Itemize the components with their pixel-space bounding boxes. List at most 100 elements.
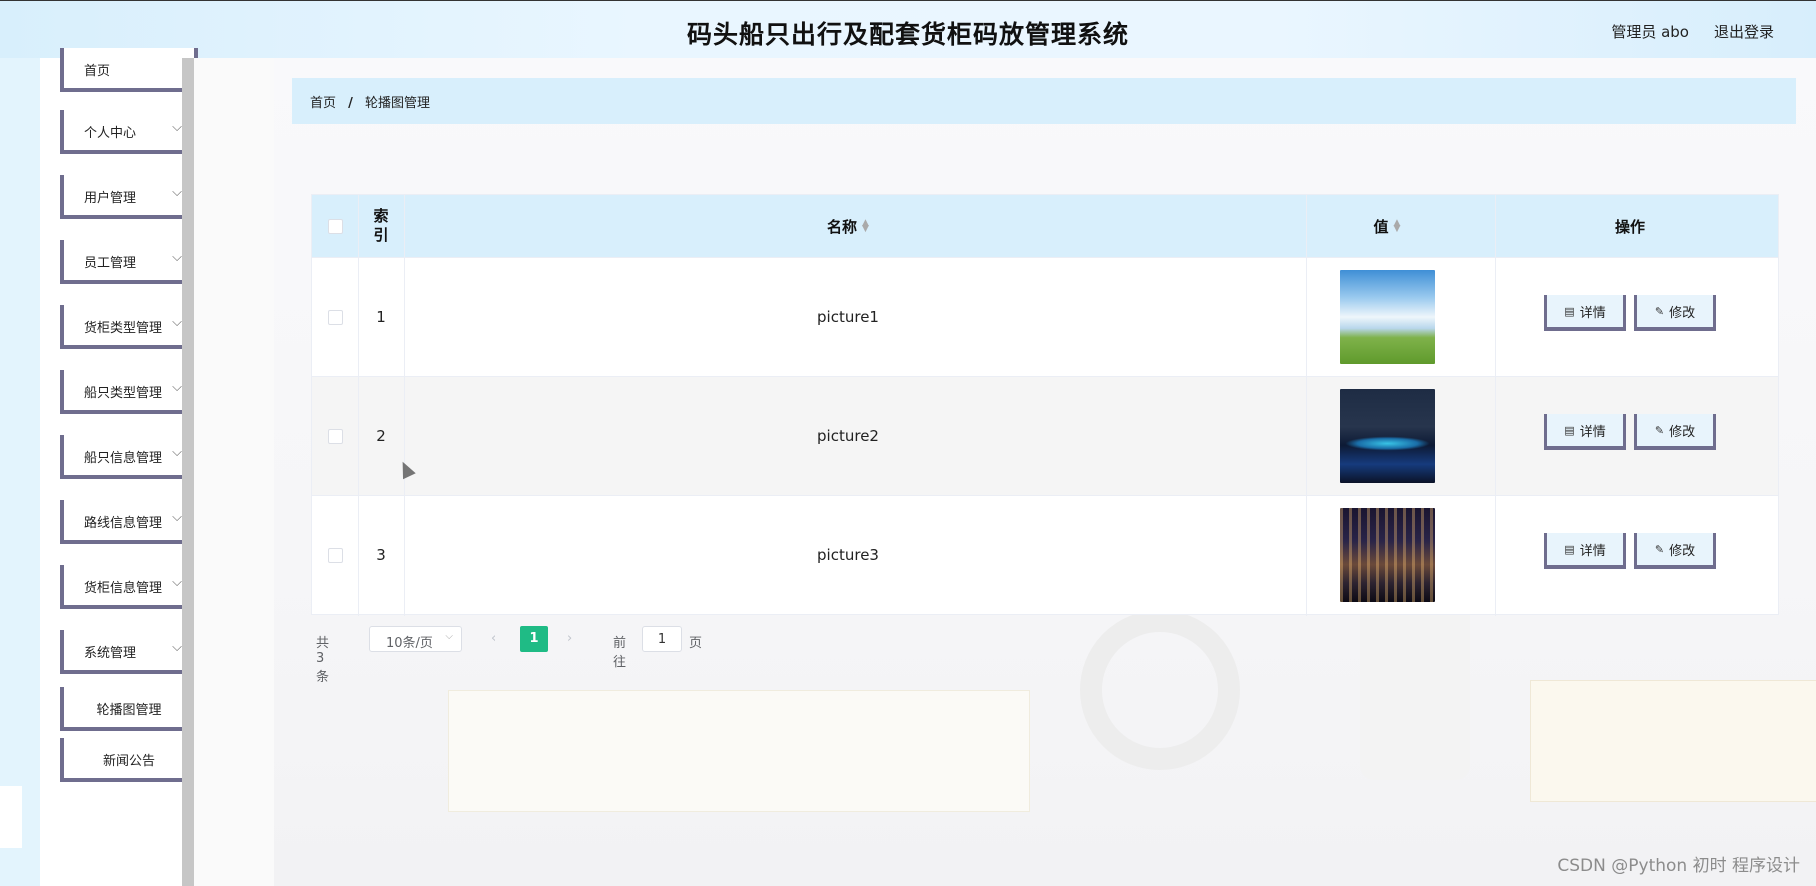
column-header-index: 索 引	[373, 207, 389, 244]
sidebar: 首页 个人中心 ⌵ 用户管理 ⌵ 员工管理 ⌵ 货柜类型管理 ⌵ 船只类型管理 …	[40, 48, 198, 886]
table-row: 1 picture1 ▤ 详情 ✎ 修改	[312, 257, 1778, 376]
table-header: 索 引 名称 ▲ ▼ 值 ▲ ▼ 操作	[312, 195, 1778, 257]
background-decoration	[448, 690, 1030, 812]
breadcrumb-separator: /	[348, 96, 353, 111]
detail-button[interactable]: ▤ 详情	[1544, 295, 1626, 331]
column-header-name-label: 名称	[827, 217, 858, 236]
sidebar-item-system-management[interactable]: 系统管理 ⌵	[60, 630, 198, 674]
header-select-all	[312, 195, 358, 257]
row-checkbox[interactable]	[327, 547, 343, 563]
column-divider	[358, 195, 359, 616]
edit-button[interactable]: ✎ 修改	[1634, 295, 1716, 331]
sidebar-item-container-info-management[interactable]: 货柜信息管理 ⌵	[60, 565, 198, 609]
carousel-image-thumbnail[interactable]	[1339, 508, 1435, 602]
sidebar-item-label: 货柜信息管理	[84, 581, 163, 596]
edit-button-label: 修改	[1669, 543, 1696, 559]
breadcrumb: 首页 / 轮播图管理	[292, 78, 1796, 124]
page-number-button[interactable]: 1	[520, 626, 548, 652]
sort-icon[interactable]: ▲ ▼	[1394, 219, 1401, 234]
sidebar-item-label: 轮播图管理	[96, 703, 162, 718]
sidebar-item-route-info-management[interactable]: 路线信息管理 ⌵	[60, 500, 198, 544]
edit-button-label: 修改	[1669, 424, 1696, 440]
chevron-down-icon: ⌵	[172, 120, 182, 135]
carousel-image-thumbnail[interactable]	[1339, 270, 1435, 364]
row-select-cell	[312, 496, 358, 614]
edit-button[interactable]: ✎ 修改	[1634, 533, 1716, 569]
row-index: 3	[376, 546, 386, 564]
sidebar-item-label: 新闻公告	[102, 754, 155, 769]
page-size-select[interactable]: 10条/页 ⌵	[369, 626, 462, 652]
detail-button[interactable]: ▤ 详情	[1544, 414, 1626, 450]
sidebar-item-container-type-management[interactable]: 货柜类型管理 ⌵	[60, 305, 198, 349]
select-all-checkbox[interactable]	[327, 218, 343, 234]
carousel-table: 索 引 名称 ▲ ▼ 值 ▲ ▼ 操作 1 picture1 ▤ 详情 ✎ 修改 2 p…	[311, 194, 1779, 616]
column-header-value[interactable]: 值 ▲ ▼	[1292, 195, 1482, 257]
document-icon: ▤	[1564, 423, 1575, 437]
sidebar-item-home[interactable]: 首页	[60, 48, 198, 92]
sidebar-item-personal-center[interactable]: 个人中心 ⌵	[60, 110, 198, 154]
chevron-down-icon: ⌵	[172, 445, 182, 460]
sidebar-item-label: 船只信息管理	[84, 451, 163, 466]
prev-page-icon[interactable]: ‹	[491, 631, 496, 646]
chevron-down-icon: ⌵	[172, 250, 182, 265]
sidebar-strip	[0, 58, 40, 886]
sidebar-item-label: 货柜类型管理	[84, 321, 163, 336]
pencil-icon: ✎	[1654, 423, 1665, 437]
goto-page-input[interactable]	[642, 626, 682, 652]
column-header-name[interactable]: 名称 ▲ ▼	[404, 195, 1292, 257]
row-index: 2	[376, 427, 386, 445]
admin-user-label: 管理员 abo	[1611, 23, 1689, 41]
chevron-down-icon: ⌵	[172, 185, 182, 200]
sidebar-item-label: 首页	[84, 64, 111, 79]
chevron-down-icon: ⌵	[172, 315, 182, 330]
sidebar-item-label: 用户管理	[84, 191, 137, 206]
chevron-down-icon: ⌵	[172, 380, 182, 395]
row-name: picture3	[817, 546, 879, 564]
row-actions: ▤ 详情 ✎ 修改	[1482, 373, 1778, 491]
detail-button-label: 详情	[1579, 424, 1606, 440]
breadcrumb-current: 轮播图管理	[365, 96, 431, 111]
detail-button-label: 详情	[1579, 543, 1606, 559]
sidebar-item-label: 个人中心	[84, 126, 137, 141]
row-value-cell	[1292, 496, 1482, 614]
column-divider	[1306, 195, 1307, 616]
sidebar-item-label: 路线信息管理	[84, 516, 163, 531]
row-checkbox[interactable]	[327, 309, 343, 325]
detail-button-label: 详情	[1579, 305, 1606, 321]
sidebar-subitem-carousel-management[interactable]: 轮播图管理	[60, 687, 198, 731]
pencil-icon: ✎	[1654, 304, 1665, 318]
row-value-cell	[1292, 258, 1482, 376]
sidebar-scrollbar[interactable]	[182, 58, 194, 886]
sidebar-subitem-news[interactable]: 新闻公告	[60, 738, 198, 782]
column-divider	[1495, 195, 1496, 616]
next-page-icon[interactable]: ›	[567, 631, 572, 646]
background-decoration	[1080, 610, 1240, 770]
breadcrumb-home[interactable]: 首页	[310, 96, 336, 111]
row-name: picture2	[817, 427, 879, 445]
sidebar-strip-gap	[0, 786, 22, 848]
row-select-cell	[312, 258, 358, 376]
pagination-total: 共 3 条	[316, 636, 330, 685]
top-header: 码头船只出行及配套货柜码放管理系统 管理员 abo 退出登录	[0, 0, 1816, 58]
sort-icon[interactable]: ▲ ▼	[862, 219, 869, 234]
sidebar-item-ship-info-management[interactable]: 船只信息管理 ⌵	[60, 435, 198, 479]
sidebar-item-label: 船只类型管理	[84, 386, 163, 401]
table-row: 3 picture3 ▤ 详情 ✎ 修改	[312, 495, 1778, 614]
sidebar-item-user-management[interactable]: 用户管理 ⌵	[60, 175, 198, 219]
sidebar-item-employee-management[interactable]: 员工管理 ⌵	[60, 240, 198, 284]
background-decoration	[1530, 680, 1816, 802]
sidebar-item-ship-type-management[interactable]: 船只类型管理 ⌵	[60, 370, 198, 414]
sidebar-item-label: 系统管理	[84, 646, 137, 661]
carousel-image-thumbnail[interactable]	[1339, 389, 1435, 483]
watermark: CSDN @Python 初时 程序设计	[1557, 856, 1800, 876]
chevron-down-icon: ⌵	[172, 510, 182, 525]
detail-button[interactable]: ▤ 详情	[1544, 533, 1626, 569]
column-header-value-label: 值	[1373, 217, 1389, 236]
row-select-cell	[312, 377, 358, 495]
pencil-icon: ✎	[1654, 542, 1665, 556]
edit-button[interactable]: ✎ 修改	[1634, 414, 1716, 450]
row-index: 1	[376, 308, 386, 326]
row-actions: ▤ 详情 ✎ 修改	[1482, 254, 1778, 372]
row-checkbox[interactable]	[327, 428, 343, 444]
logout-link[interactable]: 退出登录	[1714, 21, 1774, 42]
